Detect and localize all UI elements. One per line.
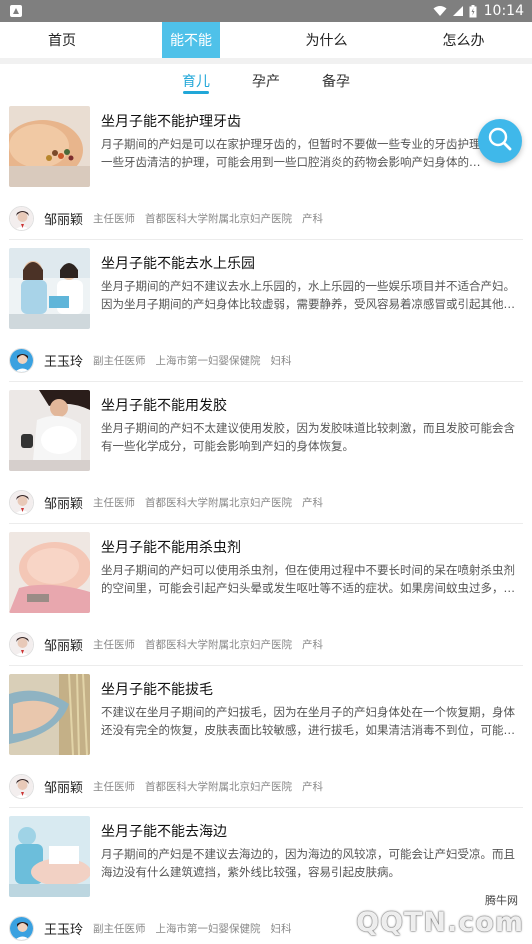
author-name: 邹丽颖 xyxy=(44,638,84,654)
article-thumbnail xyxy=(9,106,90,187)
author-department: 产科 xyxy=(302,638,324,651)
article-title: 坐月子能不能用杀虫剂 xyxy=(101,540,241,556)
status-bar: 10:14 xyxy=(0,0,532,22)
author-row: 王玉玲 副主任医师 上海市第一妇婴保健院 妇科 xyxy=(9,342,523,378)
author-position: 副主任医师 xyxy=(93,922,146,935)
author-department: 产科 xyxy=(302,496,324,509)
author-row: 邹丽颖 主任医师 首都医科大学附属北京妇产医院 产科 xyxy=(9,768,523,804)
clock-text: 10:14 xyxy=(483,3,524,19)
author-hospital: 首都医科大学附属北京妇产医院 xyxy=(145,638,293,651)
article-thumbnail xyxy=(9,532,90,613)
article-summary: 月子期间的产妇是可以在家护理牙齿的，但暂时不要做一些专业的牙齿护理，类似一些牙齿… xyxy=(101,137,515,169)
article-card[interactable]: 坐月子能不能用发胶 坐月子期间的产妇不太建议使用发胶，因为发胶味道比较刺激，而且… xyxy=(9,382,523,524)
author-position: 主任医师 xyxy=(93,638,136,651)
article-summary: 月子期间的产妇是不建议去海边的，因为海边的风较凉，可能会让产妇受凉。而且海边没有… xyxy=(101,847,515,879)
article-card[interactable]: 坐月子能不能护理牙齿 月子期间的产妇是可以在家护理牙齿的，但暂时不要做一些专业的… xyxy=(9,98,523,240)
avatar xyxy=(9,489,34,515)
article-summary: 不建议在坐月子期间的产妇拔毛，因为在坐月子的产妇身体处在一个恢复期，身体还没有完… xyxy=(101,705,515,737)
article-thumbnail xyxy=(9,674,90,755)
author-name: 邹丽颖 xyxy=(44,780,84,796)
subtab-pregnancy[interactable]: 孕产 xyxy=(248,64,284,98)
author-row: 邹丽颖 主任医师 首都医科大学附属北京妇产医院 产科 xyxy=(9,484,523,520)
author-hospital: 首都医科大学附属北京妇产医院 xyxy=(145,780,293,793)
author-department: 产科 xyxy=(302,780,324,793)
article-title: 坐月子能不能去海边 xyxy=(101,824,227,840)
top-nav: 首页 能不能 为什么 怎么办 xyxy=(0,22,532,58)
article-thumbnail xyxy=(9,816,90,897)
author-name: 王玉玲 xyxy=(44,354,84,370)
author-position: 主任医师 xyxy=(93,780,136,793)
author-department: 产科 xyxy=(302,212,324,225)
subtab-preconception[interactable]: 备孕 xyxy=(318,64,354,98)
site-watermark: 腾牛网 QQTN.com xyxy=(334,892,524,938)
tab-what-to-do[interactable]: 怎么办 xyxy=(395,22,532,58)
sub-tabs: 育儿 孕产 备孕 xyxy=(0,64,532,98)
author-position: 主任医师 xyxy=(93,212,136,225)
author-row: 邹丽颖 主任医师 首都医科大学附属北京妇产医院 产科 xyxy=(9,200,523,236)
author-hospital: 首都医科大学附属北京妇产医院 xyxy=(145,212,293,225)
article-summary: 坐月子期间的产妇不建议去水上乐园的，水上乐园的一些娱乐项目并不适合产妇。因为坐月… xyxy=(101,279,515,311)
wifi-icon xyxy=(433,5,447,17)
search-button[interactable] xyxy=(478,119,522,163)
article-list: 坐月子能不能护理牙齿 月子期间的产妇是可以在家护理牙齿的，但暂时不要做一些专业的… xyxy=(0,98,532,944)
avatar xyxy=(9,631,34,657)
author-row: 邹丽颖 主任医师 首都医科大学附属北京妇产医院 产科 xyxy=(9,626,523,662)
author-department: 妇科 xyxy=(270,354,292,367)
search-icon xyxy=(487,126,513,156)
tab-can-or-not[interactable]: 能不能 xyxy=(162,22,220,58)
author-name: 邹丽颖 xyxy=(44,212,84,228)
article-thumbnail xyxy=(9,390,90,471)
author-name: 邹丽颖 xyxy=(44,496,84,512)
author-position: 主任医师 xyxy=(93,496,136,509)
avatar xyxy=(9,773,34,799)
author-hospital: 上海市第一妇婴保健院 xyxy=(155,922,261,935)
author-name: 王玉玲 xyxy=(44,922,84,938)
article-thumbnail xyxy=(9,248,90,329)
subtab-parenting[interactable]: 育儿 xyxy=(178,64,214,98)
article-title: 坐月子能不能护理牙齿 xyxy=(101,114,241,130)
article-card[interactable]: 坐月子能不能用杀虫剂 坐月子期间的产妇可以使用杀虫剂，但在使用过程中不要长时间的… xyxy=(9,524,523,666)
avatar xyxy=(9,205,34,231)
watermark-logo: QQTN.com xyxy=(356,907,524,938)
battery-icon xyxy=(469,4,477,18)
notification-app-icon xyxy=(10,5,22,17)
signal-icon xyxy=(452,5,464,17)
avatar xyxy=(9,915,34,941)
author-position: 副主任医师 xyxy=(93,354,146,367)
avatar xyxy=(9,347,34,373)
author-department: 妇科 xyxy=(270,922,292,935)
watermark-text: 腾牛网 xyxy=(485,894,518,907)
article-title: 坐月子能不能用发胶 xyxy=(101,398,227,414)
article-title: 坐月子能不能拔毛 xyxy=(101,682,213,698)
tab-home[interactable]: 首页 xyxy=(0,22,124,58)
article-title: 坐月子能不能去水上乐园 xyxy=(101,256,255,272)
article-summary: 坐月子期间的产妇可以使用杀虫剂，但在使用过程中不要长时间的呆在喷射杀虫剂的空间里… xyxy=(101,563,515,595)
author-hospital: 上海市第一妇婴保健院 xyxy=(155,354,261,367)
article-card[interactable]: 坐月子能不能拔毛 不建议在坐月子期间的产妇拔毛，因为在坐月子的产妇身体处在一个恢… xyxy=(9,666,523,808)
author-hospital: 首都医科大学附属北京妇产医院 xyxy=(145,496,293,509)
article-card[interactable]: 坐月子能不能去水上乐园 坐月子期间的产妇不建议去水上乐园的，水上乐园的一些娱乐项… xyxy=(9,240,523,382)
article-summary: 坐月子期间的产妇不太建议使用发胶，因为发胶味道比较刺激，而且发胶可能会含有一些化… xyxy=(101,421,515,453)
tab-why[interactable]: 为什么 xyxy=(258,22,395,58)
